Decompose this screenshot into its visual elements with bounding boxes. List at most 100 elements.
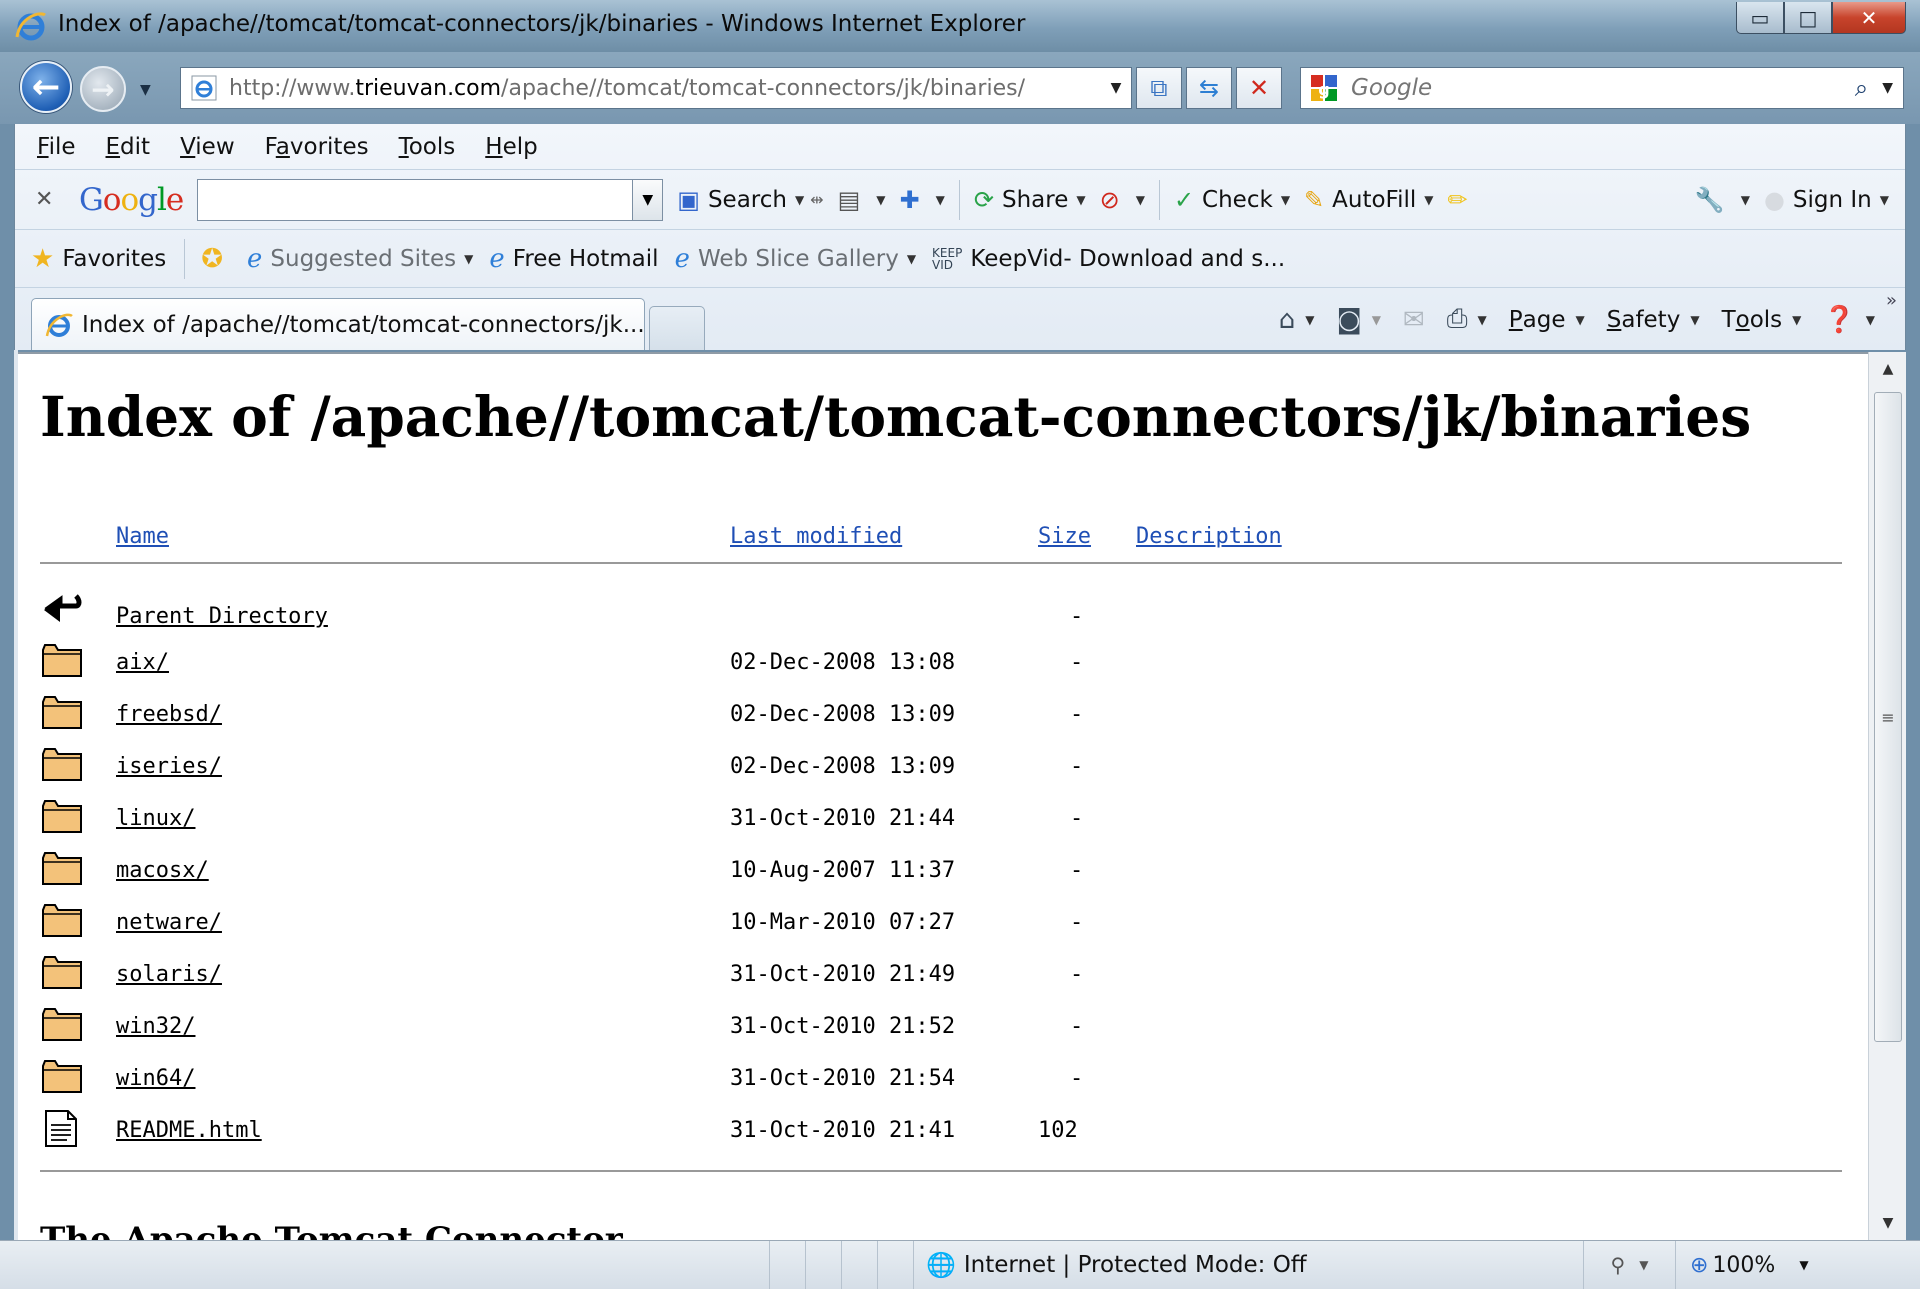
- close-button[interactable]: ✕: [1832, 2, 1906, 34]
- entry-link[interactable]: README.html: [116, 1118, 262, 1143]
- autofill-button[interactable]: ✎ AutoFill ▼: [1304, 186, 1433, 214]
- tab-current[interactable]: Index of /apache//tomcat/tomcat-connecto…: [31, 298, 645, 350]
- recent-pages-dropdown[interactable]: ▼: [140, 82, 151, 98]
- scroll-up-icon[interactable]: ▲: [1869, 352, 1907, 386]
- read-mail-button[interactable]: ✉: [1403, 305, 1425, 335]
- google-toolbar-search[interactable]: ▼: [197, 178, 664, 221]
- stop-icon: ✕: [1248, 74, 1270, 102]
- page-menu[interactable]: Page ▼: [1509, 307, 1585, 333]
- share-button[interactable]: ⟳ Share ▼: [974, 186, 1086, 214]
- search-provider-dropdown[interactable]: ▼: [1882, 80, 1893, 96]
- home-button[interactable]: ⌂ ▼: [1279, 305, 1315, 335]
- modified-date: 31-Oct-2010 21:52: [730, 1014, 956, 1039]
- feeds-button[interactable]: ◙ ▼: [1336, 305, 1380, 335]
- keepvid-icon: KEEP VID: [932, 245, 963, 272]
- tab-title: Index of /apache//tomcat/tomcat-connecto…: [81, 311, 644, 338]
- highlighter-button[interactable]: ✏: [1448, 186, 1476, 214]
- security-zone[interactable]: 🌐 Internet | Protected Mode: Off: [914, 1241, 1584, 1289]
- entry-link[interactable]: solaris/: [116, 962, 222, 987]
- menu-tools[interactable]: Tools: [399, 134, 456, 160]
- page-title: Index of /apache//tomcat/tomcat-connecto…: [40, 384, 1752, 449]
- arrow-left-icon: ←: [31, 67, 61, 107]
- address-url[interactable]: http://www.trieuvan.com/apache//tomcat/t…: [229, 76, 1101, 101]
- protected-mode-button[interactable]: ⚲ ▼: [1584, 1241, 1676, 1289]
- entry-link[interactable]: aix/: [116, 650, 169, 675]
- wrench-icon: 🔧: [1694, 185, 1725, 214]
- sort-by-description-link[interactable]: Description: [1136, 524, 1282, 549]
- sign-in-button[interactable]: ● Sign In ▼: [1764, 186, 1889, 214]
- folder-icon: [42, 1060, 82, 1093]
- entry-link[interactable]: win32/: [116, 1014, 195, 1039]
- parent-directory-link[interactable]: Parent Directory: [116, 604, 328, 629]
- vertical-scrollbar[interactable]: ▲ ≡ ▼: [1868, 352, 1906, 1240]
- toolbar-settings-button[interactable]: 🔧 ▼: [1695, 186, 1750, 214]
- sort-by-size-link[interactable]: Size: [1038, 524, 1091, 549]
- menu-view[interactable]: View: [180, 134, 235, 160]
- menu-edit[interactable]: Edit: [106, 134, 151, 160]
- google-search-button[interactable]: ▣ Search ▼: [677, 186, 804, 214]
- safety-menu[interactable]: Safety ▼: [1607, 307, 1700, 333]
- entry-link[interactable]: freebsd/: [116, 702, 222, 727]
- refresh-button[interactable]: ⇆: [1186, 67, 1232, 109]
- sort-by-modified-link[interactable]: Last modified: [730, 524, 902, 549]
- close-icon: ✕: [1860, 5, 1878, 30]
- menu-favorites[interactable]: Favorites: [265, 134, 369, 160]
- new-tab-button[interactable]: [649, 306, 705, 350]
- sort-by-name-link[interactable]: Name: [116, 524, 169, 549]
- modified-date: 31-Oct-2010 21:44: [730, 806, 956, 831]
- help-button[interactable]: ❓ ▼: [1823, 305, 1875, 335]
- add-favorite-button[interactable]: ✪: [201, 244, 231, 274]
- address-dropdown[interactable]: ▼: [1101, 80, 1131, 96]
- google-toolbar-input[interactable]: [198, 179, 633, 220]
- ie-logo-icon: [15, 12, 46, 41]
- zoom-control[interactable]: ⊕ 100% ▼: [1690, 1253, 1809, 1278]
- search-icon[interactable]: ⌕: [1855, 74, 1868, 102]
- list-item: iseries/02-Dec-2008 13:09 -: [40, 744, 1842, 796]
- favorites-button[interactable]: ★ Favorites: [31, 244, 166, 274]
- address-bar[interactable]: http://www.trieuvan.com/apache//tomcat/t…: [180, 67, 1132, 109]
- entry-link[interactable]: linux/: [116, 806, 195, 831]
- entry-link[interactable]: macosx/: [116, 858, 209, 883]
- web-slice-gallery-link[interactable]: ℯ Web Slice Gallery ▼: [675, 244, 916, 274]
- folder-icon: [42, 956, 82, 989]
- maximize-button[interactable]: □: [1784, 2, 1832, 34]
- suggested-sites-link[interactable]: ℯ Suggested Sites ▼: [247, 244, 473, 274]
- spellcheck-icon: ✓: [1173, 185, 1195, 214]
- printer-icon: ⎙: [1446, 304, 1468, 334]
- mail-icon: ✉: [1402, 304, 1425, 335]
- scroll-down-icon[interactable]: ▼: [1869, 1206, 1907, 1240]
- popup-blocker-button[interactable]: ⊘ ▼: [1100, 186, 1145, 214]
- check-button[interactable]: ✓ Check ▼: [1174, 186, 1290, 214]
- file-size: -: [1070, 754, 1084, 779]
- list-item: freebsd/02-Dec-2008 13:09 -: [40, 692, 1842, 744]
- scroll-thumb[interactable]: ≡: [1874, 392, 1902, 1042]
- minimize-button[interactable]: ▭: [1736, 2, 1784, 34]
- search-input[interactable]: [1349, 74, 1855, 102]
- entry-link[interactable]: win64/: [116, 1066, 195, 1091]
- add-star-icon: ✪: [201, 243, 224, 274]
- google-toolbar-dropdown[interactable]: ▼: [632, 179, 663, 220]
- page-tools-button[interactable]: ▤ ▼: [838, 186, 886, 214]
- url-host: trieuvan.com: [355, 75, 502, 101]
- share-icon: ⟳: [973, 185, 994, 214]
- compatibility-view-button[interactable]: ⧉: [1136, 67, 1182, 109]
- keepvid-link[interactable]: KEEP VID KeepVid- Download and s...: [932, 246, 1285, 272]
- back-button[interactable]: ←: [20, 61, 72, 113]
- entry-link[interactable]: iseries/: [116, 754, 222, 779]
- free-hotmail-link[interactable]: ℯ Free Hotmail: [489, 244, 658, 274]
- menu-help[interactable]: Help: [485, 134, 537, 160]
- add-button[interactable]: ✚ ▼: [900, 186, 945, 214]
- chevron-more-icon[interactable]: »: [1886, 290, 1897, 311]
- resize-handle[interactable]: ⇹: [810, 190, 823, 209]
- ie-page-icon: [45, 313, 73, 337]
- forward-button[interactable]: →: [80, 66, 126, 112]
- entry-link[interactable]: netware/: [116, 910, 222, 935]
- stop-button[interactable]: ✕: [1236, 67, 1282, 109]
- search-box[interactable]: g ⌕ ▼: [1300, 67, 1904, 109]
- tab-row: Index of /apache//tomcat/tomcat-connecto…: [15, 288, 1905, 350]
- tools-menu[interactable]: To ols ▼: [1722, 307, 1802, 333]
- menu-file[interactable]: File: [37, 134, 76, 160]
- list-item: netware/10-Mar-2010 07:27 -: [40, 900, 1842, 952]
- toolbar-close-icon[interactable]: ✕: [35, 187, 59, 212]
- print-button[interactable]: ⎙ ▼: [1447, 304, 1487, 335]
